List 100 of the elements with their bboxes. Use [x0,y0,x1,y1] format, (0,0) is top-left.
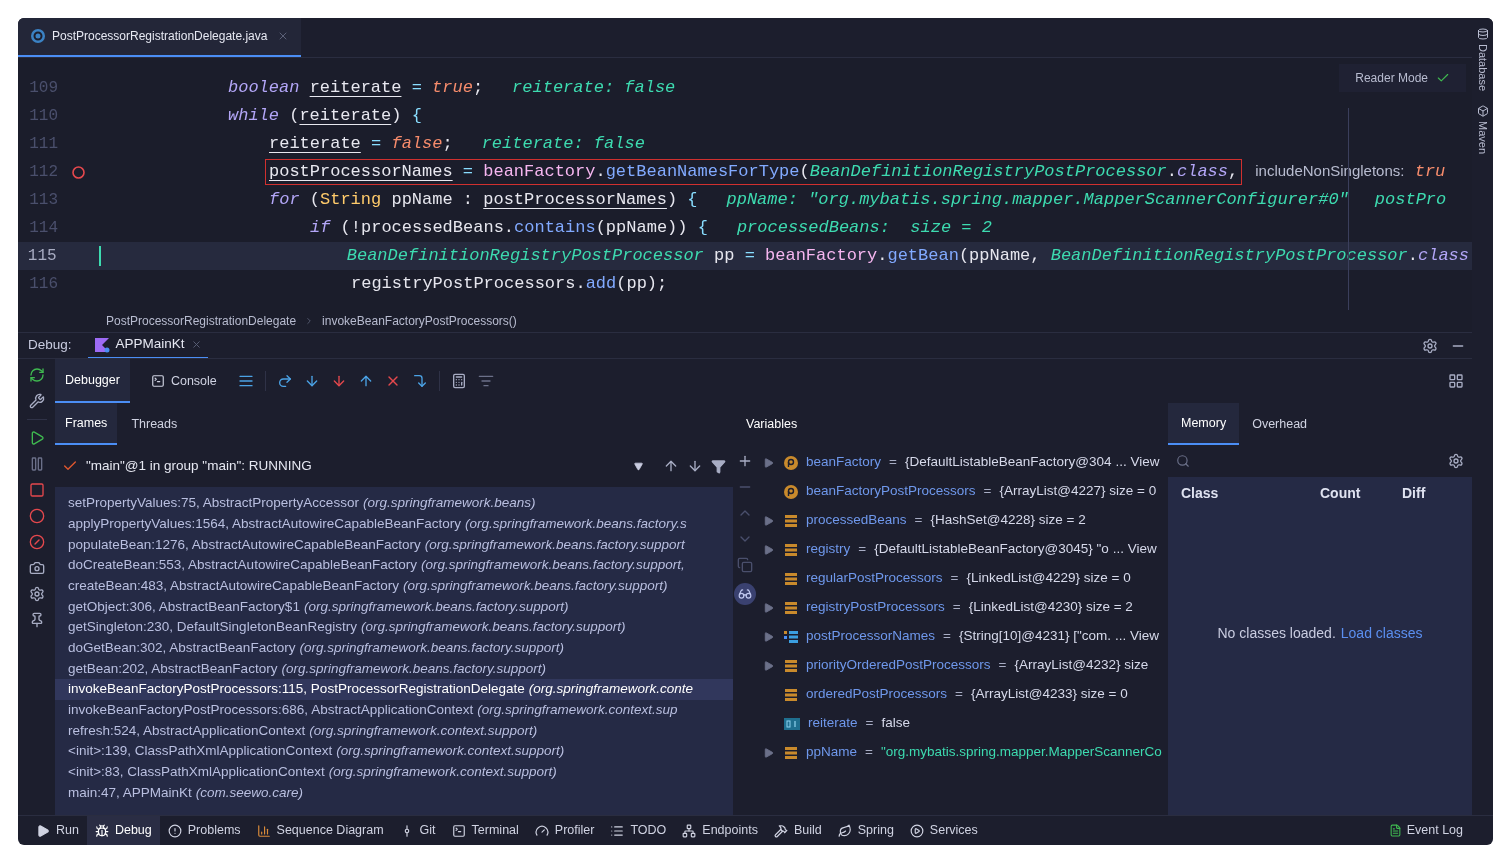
equals-sign: = [914,511,923,530]
glasses-button[interactable] [734,583,756,605]
field-icon [784,571,798,586]
step-over-icon[interactable] [276,373,293,389]
tool-window-button[interactable]: Services [901,815,986,845]
panel-tab[interactable]: Console [140,359,227,403]
column-header[interactable]: Diff [1402,482,1426,504]
add-icon[interactable] [737,453,753,469]
breadcrumb[interactable]: PostProcessorRegistrationDelegate [106,312,297,330]
variable-value: {ArrayList@4227} size = 0 [999,482,1157,501]
panel-tab[interactable]: Threads [121,403,188,445]
side-tool-button[interactable]: Database [1474,28,1491,92]
arrow-down-icon[interactable] [687,458,703,474]
view-link[interactable]: ... View [1115,626,1160,647]
tool-window-button[interactable]: Terminal [443,815,527,845]
field-icon [784,542,798,557]
side-tool-button[interactable]: Maven [1474,105,1491,155]
breakpoint-icon[interactable] [71,165,85,179]
stack-frame[interactable]: invokeBeanFactoryPostProcessors:115, PostProcessorRegistrationDelegate (org.springframework.conte [55,679,733,700]
bug-icon [94,823,109,838]
variable-value: {DefaultListableBeanFactory@3045} "o [874,540,1109,559]
trace-icon[interactable] [477,373,494,389]
code-line: boolean reiterate = true; [227,77,485,99]
tool-window-button[interactable]: Sequence Diagram [248,815,392,845]
column-header[interactable]: Count [1320,482,1402,504]
close-icon[interactable] [190,339,202,350]
stack-frame[interactable]: doCreateBean:553, AbstractAutowireCapableBeanFactory (org.springframework.beans.factory.support, [55,555,733,576]
stack-frame[interactable]: main:47, APPMainKt (com.seewo.care) [55,782,733,804]
stack-frame[interactable]: <init>:139, ClassPathXmlApplicationContext (org.springframework.context.support) [55,741,733,762]
stack-frame[interactable]: <init>:83, ClassPathXmlApplicationContext (org.springframework.context.support) [55,761,733,783]
camera-icon[interactable] [28,560,45,576]
equals-sign: = [998,656,1007,675]
view-link[interactable]: ... View [1112,539,1157,560]
list-icon[interactable] [237,373,254,389]
stack-frame[interactable]: createBean:483, AbstractAutowireCapableBeanFactory (org.springframework.beans.factory.support) [55,575,733,597]
stack-frame[interactable]: applyPropertyValues:1564, AbstractAutowireCapableBeanFactory (org.springframework.beans.factory.s [55,513,733,535]
tool-window-button[interactable]: Git [391,815,444,845]
stack-frame[interactable]: populateBean:1276, AbstractAutowireCapableBeanFactory (org.springframework.beans.factory.support [55,534,733,556]
stack-frame[interactable]: setPropertyValues:75, AbstractPropertyAccessor (org.springframework.beans) [55,493,733,514]
expand-icon[interactable] [764,660,774,671]
load-classes-link[interactable]: Load classes [1340,623,1423,644]
stack-frame[interactable]: getSingleton:230, DefaultSingletonBeanRegistry (org.springframework.beans.factory.support) [55,617,733,638]
filter-icon[interactable] [711,458,726,474]
expand-icon[interactable] [764,602,774,613]
class-icon [30,28,46,44]
tool-window-button[interactable]: Endpoints [674,815,766,845]
settings-icon[interactable] [1448,453,1464,469]
line-number: 110 [28,106,58,127]
panel-tab[interactable]: Frames [55,403,118,445]
array-icon [784,629,798,644]
thread-selector[interactable]: "main"@1 in group "main": RUNNING [86,455,312,477]
tool-window-button[interactable]: Spring [829,815,902,845]
parameter-hint: includeNonSingletons: tru [1255,161,1446,184]
expand-icon[interactable] [764,631,774,642]
reader-mode-badge[interactable]: Reader Mode [1339,64,1466,92]
equals-sign: = [952,598,961,617]
stack-frame[interactable]: refresh:524, AbstractApplicationContext (org.springframework.context.support) [55,720,733,742]
event-log-button[interactable]: Event Log [1388,821,1463,840]
variable-name: processedBeans [806,511,907,530]
panel-tab[interactable]: Memory [1168,403,1240,445]
expand-icon[interactable] [764,515,774,526]
panel-tab[interactable]: Debugger [55,359,130,403]
expand-icon[interactable] [764,544,774,555]
breadcrumb[interactable]: invokeBeanFactoryPostProcessors() [322,312,517,330]
settings-icon[interactable] [1422,337,1438,354]
mute-breakpoints-icon[interactable] [28,534,45,550]
wrench-icon[interactable] [28,393,45,409]
stack-frame[interactable]: getObject:306, AbstractBeanFactory$1 (org.springframework.beans.factory.support) [55,596,733,618]
field-icon [784,513,798,528]
check-icon [1436,71,1450,85]
panel-tab[interactable]: Overhead [1239,403,1321,445]
stack-frame[interactable]: doGetBean:302, AbstractBeanFactory (org.springframework.beans.factory.support) [55,637,733,659]
tool-window-button[interactable]: Run [28,815,87,845]
breakpoints-icon[interactable] [28,508,45,524]
tool-window-button[interactable]: TODO [602,815,675,845]
tool-window-button[interactable]: Debug [86,815,160,845]
rerun-icon[interactable] [28,367,45,383]
field-icon [784,745,798,760]
calculator-icon[interactable] [450,373,467,389]
hammer-icon [773,823,788,838]
tool-window-button[interactable]: Profiler [526,815,603,845]
equals-sign: = [865,743,873,762]
network-icon [682,823,697,838]
arrow-up-icon[interactable] [663,458,679,474]
run-to-cursor-icon[interactable] [411,373,428,389]
tool-window-button[interactable]: Problems [159,815,249,845]
variable-value: "org.mybatis.spring.mapper.MapperScannerCo [880,743,1162,762]
expand-icon[interactable] [764,747,774,758]
layout-icon[interactable] [1448,373,1464,389]
stack-frame[interactable]: getBean:202, AbstractBeanFactory (org.springframework.beans.factory.support) [55,658,733,680]
file-tab[interactable]: PostProcessorRegistrationDelegate.java [18,18,302,57]
expand-icon[interactable] [764,457,774,468]
stop-icon[interactable] [28,482,45,498]
variable-value: {DefaultListableBeanFactory@304 [904,453,1112,472]
settings-icon[interactable] [28,586,45,602]
dropdown-icon[interactable] [634,461,643,471]
tool-window-button[interactable]: Build [765,815,830,845]
stack-frame[interactable]: invokeBeanFactoryPostProcessors:686, AbstractApplicationContext (org.springframework.context.sup [55,699,733,721]
column-header[interactable]: Class [1168,482,1320,504]
view-link[interactable]: ... View [1115,452,1160,473]
